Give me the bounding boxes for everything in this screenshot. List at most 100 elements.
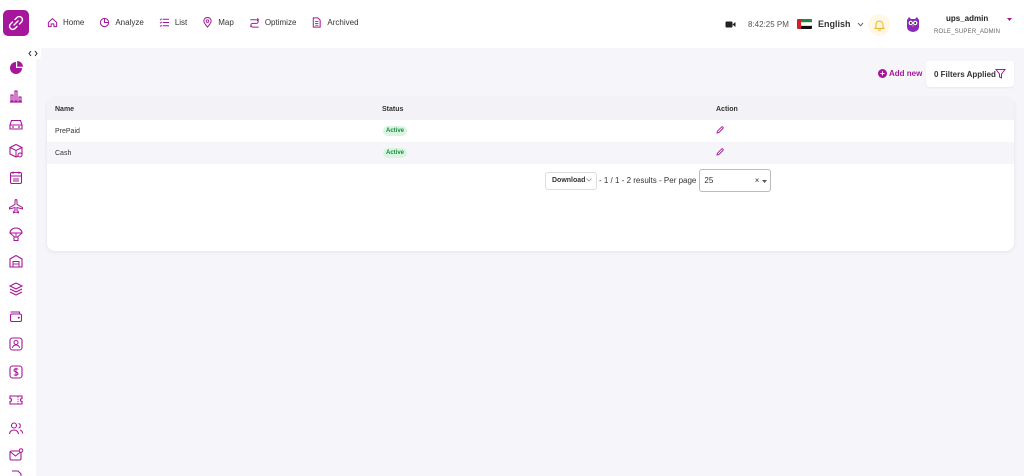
download-label: Download bbox=[552, 177, 586, 184]
sidebar-item-reports[interactable] bbox=[8, 88, 24, 104]
sidebar-item-users[interactable] bbox=[8, 336, 24, 352]
sidebar-item-drop[interactable] bbox=[8, 226, 24, 242]
status-badge: Active bbox=[383, 126, 408, 136]
chevron-down-icon bbox=[586, 177, 592, 182]
pagination: Download - 1 / 1 - 2 results - Per page … bbox=[545, 169, 772, 192]
sidebar-item-packages[interactable] bbox=[8, 143, 24, 159]
layers-icon bbox=[8, 282, 24, 296]
nav-label: Optimize bbox=[264, 18, 297, 27]
user-card-icon bbox=[9, 337, 23, 351]
warehouse-icon bbox=[9, 254, 23, 268]
plus-icon: + bbox=[878, 69, 887, 78]
language-selector[interactable]: English bbox=[797, 19, 864, 29]
home-icon bbox=[47, 18, 58, 28]
nav-label: Home bbox=[63, 18, 85, 27]
avatar[interactable] bbox=[904, 15, 922, 33]
sidebar-item-layers[interactable] bbox=[8, 281, 24, 297]
parachute-icon bbox=[9, 227, 23, 241]
sidebar-item-vehicles[interactable] bbox=[8, 116, 24, 132]
nav-analyze[interactable]: Analyze bbox=[99, 17, 144, 28]
user-role: ROLE_SUPER_ADMIN bbox=[934, 29, 1001, 35]
main-nav: Home Analyze List Map Optimize Archived bbox=[47, 17, 374, 28]
language-label: English bbox=[818, 19, 851, 29]
clear-icon[interactable]: × bbox=[755, 176, 760, 185]
per-page-value: 25 bbox=[704, 176, 714, 185]
list-icon bbox=[159, 18, 169, 27]
camera-button[interactable] bbox=[725, 20, 736, 29]
owl-avatar-icon bbox=[907, 17, 919, 32]
mail-notification-icon bbox=[9, 448, 24, 461]
table-row: Cash Active bbox=[47, 142, 1014, 164]
nav-home[interactable]: Home bbox=[47, 17, 84, 28]
sidebar-item-schedule[interactable] bbox=[8, 170, 24, 186]
download-select[interactable]: Download bbox=[545, 171, 597, 190]
archive-icon bbox=[313, 17, 322, 28]
username: ups_admin bbox=[945, 14, 989, 23]
top-bar: Home Analyze List Map Optimize Archived … bbox=[0, 0, 1024, 48]
code-arrows-icon bbox=[28, 50, 38, 56]
sidebar bbox=[0, 48, 36, 476]
pie-chart-filled-icon bbox=[10, 61, 23, 74]
nav-label: Map bbox=[218, 18, 234, 27]
user-menu-chevron-icon[interactable] bbox=[1006, 17, 1013, 22]
table-row: PrePaid Active bbox=[47, 120, 1014, 142]
video-camera-icon bbox=[725, 21, 736, 28]
edit-button[interactable] bbox=[716, 126, 724, 134]
bar-chart-icon bbox=[10, 90, 22, 103]
row-name: Cash bbox=[55, 150, 72, 157]
pencil-icon bbox=[716, 126, 724, 134]
filter-icon bbox=[995, 69, 1006, 79]
map-pin-icon bbox=[203, 17, 212, 28]
airplane-icon bbox=[9, 198, 23, 214]
sidebar-item-payments[interactable] bbox=[8, 308, 24, 324]
sidebar-item-billing[interactable] bbox=[8, 364, 24, 380]
row-name: PrePaid bbox=[55, 128, 80, 135]
edit-button[interactable] bbox=[716, 148, 724, 156]
nav-archived[interactable]: Archived bbox=[311, 17, 359, 28]
bell-icon bbox=[873, 20, 885, 31]
document-icon bbox=[12, 470, 22, 476]
sidebar-item-more[interactable] bbox=[8, 468, 24, 476]
pie-chart-icon bbox=[100, 17, 110, 28]
sidebar-item-flights[interactable] bbox=[8, 198, 24, 214]
nav-label: Archived bbox=[327, 18, 359, 27]
users-icon bbox=[8, 422, 23, 435]
package-search-icon bbox=[9, 143, 23, 158]
route-icon bbox=[249, 18, 260, 28]
table-card: Name Status Action PrePaid Active Cash A… bbox=[47, 98, 1014, 251]
column-header-action: Action bbox=[716, 106, 738, 113]
notifications-button[interactable] bbox=[868, 14, 890, 36]
car-icon bbox=[9, 119, 23, 130]
add-new-button[interactable]: + Add new bbox=[878, 69, 922, 78]
nav-list[interactable]: List bbox=[159, 17, 187, 28]
chevron-down-icon bbox=[857, 22, 863, 27]
status-badge: Active bbox=[383, 148, 408, 158]
add-new-label: Add new bbox=[889, 69, 923, 78]
sidebar-item-warehouse[interactable] bbox=[8, 253, 24, 269]
sidebar-item-messages[interactable] bbox=[8, 447, 24, 463]
sidebar-item-teams[interactable] bbox=[8, 420, 24, 436]
filters-label: 0 Filters Applied bbox=[934, 69, 996, 79]
user-info[interactable]: ups_admin ROLE_SUPER_ADMIN bbox=[934, 14, 1000, 35]
link-icon bbox=[8, 15, 24, 31]
app-logo[interactable] bbox=[3, 10, 29, 36]
nav-map[interactable]: Map bbox=[202, 17, 234, 28]
filters-button[interactable]: 0 Filters Applied bbox=[926, 61, 1014, 87]
pencil-icon bbox=[716, 148, 724, 156]
table-header: Name Status Action bbox=[47, 98, 1014, 120]
nav-label: List bbox=[174, 18, 188, 27]
sidebar-item-tickets[interactable] bbox=[8, 392, 24, 408]
sidebar-item-analytics[interactable] bbox=[8, 60, 24, 76]
dollar-icon bbox=[9, 365, 23, 379]
calendar-icon bbox=[9, 171, 23, 185]
sidebar-toggle[interactable] bbox=[25, 47, 41, 59]
per-page-select[interactable]: 25 × bbox=[699, 169, 772, 192]
column-header-name[interactable]: Name bbox=[55, 106, 74, 113]
column-header-status[interactable]: Status bbox=[382, 106, 403, 113]
nav-optimize[interactable]: Optimize bbox=[249, 17, 297, 28]
ticket-icon bbox=[9, 395, 23, 405]
uae-flag-icon bbox=[797, 19, 812, 29]
caret-down-icon bbox=[762, 180, 768, 183]
wallet-icon bbox=[9, 311, 23, 323]
clock-time: 8:42:25 PM bbox=[748, 20, 789, 29]
